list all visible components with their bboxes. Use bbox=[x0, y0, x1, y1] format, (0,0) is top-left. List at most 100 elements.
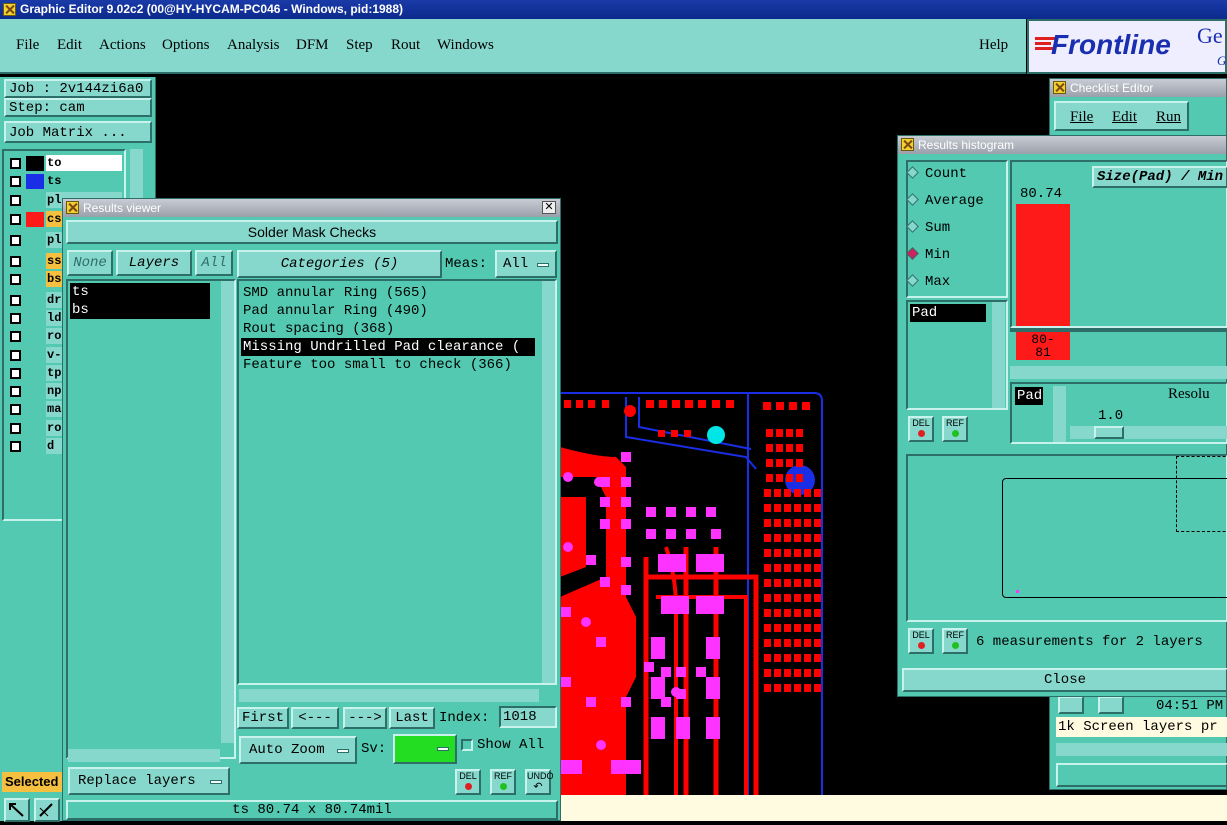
layer-results-hscroll[interactable] bbox=[68, 749, 220, 762]
category-item[interactable]: Rout spacing (368) bbox=[241, 320, 535, 338]
menu-windows[interactable]: Windows bbox=[437, 37, 494, 54]
histogram-bar[interactable] bbox=[1016, 204, 1070, 326]
layer-checkbox[interactable] bbox=[10, 313, 21, 324]
layers-all-button[interactable]: All bbox=[195, 250, 233, 276]
layer-checkbox[interactable] bbox=[10, 295, 21, 306]
histogram-ref-button[interactable]: REF bbox=[942, 416, 968, 442]
layer-checkbox[interactable] bbox=[10, 256, 21, 267]
index-label: Index: bbox=[439, 710, 490, 726]
menu-actions[interactable]: Actions bbox=[99, 37, 146, 54]
layer-checkbox[interactable] bbox=[10, 274, 21, 285]
category-item[interactable]: Missing Undrilled Pad clearance ( bbox=[241, 338, 535, 356]
show-all-checkbox[interactable] bbox=[461, 739, 473, 751]
layer-checkbox[interactable] bbox=[10, 386, 21, 397]
layer-checkbox[interactable] bbox=[10, 195, 21, 206]
layers-none-button[interactable]: None bbox=[67, 250, 113, 276]
layer-checkbox[interactable] bbox=[10, 158, 21, 169]
pcb-pad bbox=[814, 594, 821, 602]
layer-checkbox[interactable] bbox=[10, 235, 21, 246]
category-item[interactable]: Pad annular Ring (490) bbox=[241, 302, 535, 320]
layer-checkbox[interactable] bbox=[10, 176, 21, 187]
radio-count[interactable]: Count bbox=[906, 166, 967, 182]
layer-checkbox[interactable] bbox=[10, 350, 21, 361]
pcb-pad bbox=[764, 624, 771, 632]
checklist-menu-edit[interactable]: Edit bbox=[1112, 109, 1137, 126]
menu-rout[interactable]: Rout bbox=[391, 37, 420, 54]
layer-color-swatch bbox=[26, 212, 44, 227]
categories-hscroll[interactable] bbox=[239, 689, 539, 702]
layer-checkbox[interactable] bbox=[10, 214, 21, 225]
resolution-slider[interactable] bbox=[1070, 426, 1227, 439]
auto-zoom-dropdown[interactable]: Auto Zoom bbox=[239, 736, 357, 764]
menu-options[interactable]: Options bbox=[162, 37, 210, 54]
pcb-pad bbox=[786, 474, 793, 482]
radio-average[interactable]: Average bbox=[906, 193, 984, 209]
index-field[interactable]: 1018 bbox=[499, 706, 557, 728]
job-matrix-button[interactable]: Job Matrix ... bbox=[4, 121, 152, 143]
close-icon[interactable]: ✕ bbox=[542, 201, 556, 214]
next-button[interactable]: ---> bbox=[343, 707, 387, 729]
layer-row[interactable]: ts bbox=[6, 173, 122, 190]
result-layer-item[interactable]: bs bbox=[70, 301, 210, 319]
histogram-list-scrollbar[interactable] bbox=[992, 302, 1005, 408]
categories-vscroll[interactable] bbox=[542, 281, 555, 683]
histogram-del-button[interactable]: DEL bbox=[908, 416, 934, 442]
pcb-pad bbox=[784, 639, 791, 647]
radio-max[interactable]: Max bbox=[906, 274, 950, 290]
histogram-hscroll[interactable] bbox=[1010, 366, 1227, 379]
checklist-menu-file[interactable]: File bbox=[1070, 109, 1093, 126]
layer-color-swatch bbox=[26, 233, 44, 248]
histogram-list-item[interactable]: Pad bbox=[910, 304, 986, 322]
menu-file[interactable]: File bbox=[16, 37, 39, 54]
pcb-pad bbox=[804, 654, 811, 662]
layer-checkbox[interactable] bbox=[10, 423, 21, 434]
checklist-prev-icon[interactable] bbox=[1058, 696, 1084, 714]
pcb-pad bbox=[814, 579, 821, 587]
resolution-slider-thumb[interactable] bbox=[1094, 426, 1124, 439]
last-button[interactable]: Last bbox=[389, 707, 435, 729]
meas-dropdown[interactable]: All bbox=[495, 250, 557, 278]
menu-edit[interactable]: Edit bbox=[57, 37, 82, 54]
layer-checkbox[interactable] bbox=[10, 331, 21, 342]
menu-dfm[interactable]: DFM bbox=[296, 37, 329, 54]
histogram-del-button-2[interactable]: DEL bbox=[908, 628, 934, 654]
checklist-next-icon[interactable] bbox=[1098, 696, 1124, 714]
layer-row[interactable]: to bbox=[6, 155, 122, 172]
menu-analysis[interactable]: Analysis bbox=[227, 37, 280, 54]
sv-color-dropdown[interactable] bbox=[393, 734, 457, 764]
measure-tool-icon[interactable] bbox=[34, 798, 60, 822]
pcb-pad bbox=[784, 504, 791, 512]
radio-sum[interactable]: Sum bbox=[906, 220, 950, 236]
undo-button[interactable]: UNDO ↶ bbox=[525, 769, 554, 795]
resolution-vscroll[interactable] bbox=[1053, 386, 1066, 442]
ref-button[interactable]: REF bbox=[490, 769, 516, 795]
category-item[interactable]: SMD annular Ring (565) bbox=[241, 284, 535, 302]
categories-button[interactable]: Categories (5) bbox=[237, 250, 442, 278]
checklist-bottom-bar bbox=[1056, 763, 1227, 787]
menu-help[interactable]: Help bbox=[979, 37, 1008, 54]
pcb-component-pad bbox=[651, 637, 665, 659]
zoom-tool-icon[interactable] bbox=[4, 798, 30, 822]
prev-button[interactable]: <--- bbox=[291, 707, 339, 729]
layer-checkbox[interactable] bbox=[10, 368, 21, 379]
category-item[interactable]: Feature too small to check (366) bbox=[241, 356, 535, 374]
frontline-logo-area: Frontline Ge G bbox=[1027, 19, 1227, 74]
result-layer-item[interactable]: ts bbox=[70, 283, 210, 301]
radio-min[interactable]: Min bbox=[906, 247, 950, 263]
checklist-menu-run[interactable]: Run bbox=[1156, 109, 1181, 126]
histogram-close-button[interactable]: Close bbox=[902, 668, 1227, 692]
histogram-ref-button-2[interactable]: REF bbox=[942, 628, 968, 654]
pcb-pad bbox=[764, 489, 771, 497]
menu-step[interactable]: Step bbox=[346, 37, 373, 54]
del-button[interactable]: DEL bbox=[455, 769, 481, 795]
layer-results-vscroll[interactable] bbox=[221, 281, 234, 743]
checklist-hscroll[interactable] bbox=[1056, 743, 1227, 756]
histogram-bar-range[interactable]: 80- 81 bbox=[1016, 332, 1070, 360]
layer-checkbox[interactable] bbox=[10, 404, 21, 415]
pcb-pad bbox=[794, 639, 801, 647]
layer-checkbox[interactable] bbox=[10, 441, 21, 452]
replace-layers-dropdown[interactable]: Replace layers bbox=[68, 767, 230, 795]
first-button[interactable]: First bbox=[237, 707, 289, 729]
histogram-title: Results histogram bbox=[918, 138, 1015, 152]
layers-button[interactable]: Layers bbox=[116, 250, 192, 276]
